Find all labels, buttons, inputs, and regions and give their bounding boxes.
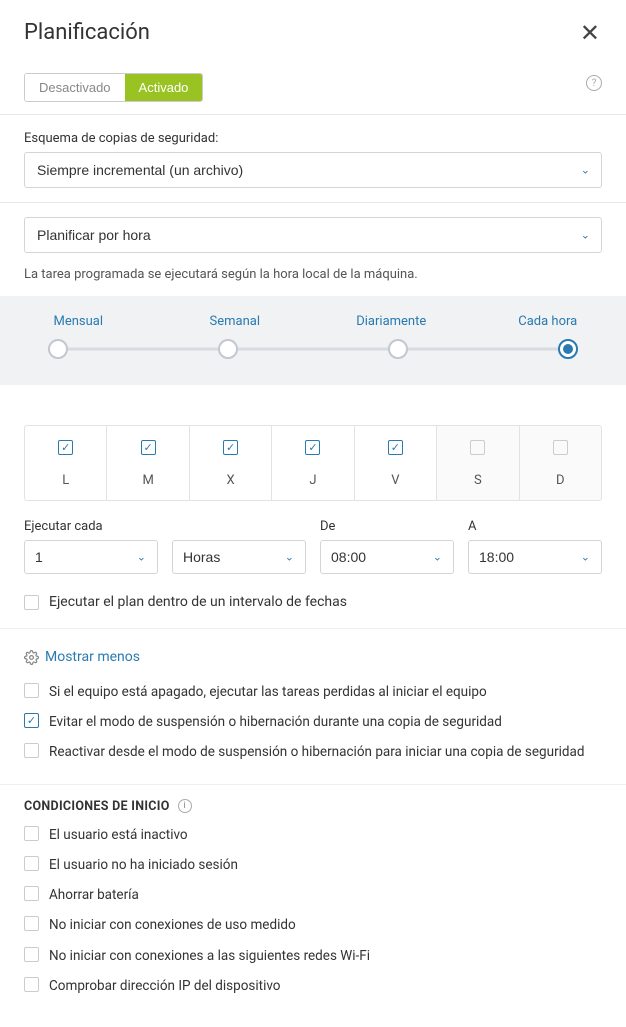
exec-to-select[interactable]: 18:00 — [468, 540, 602, 574]
enable-toggle-row: Desactivado Activado ? — [0, 63, 626, 115]
day-cell-J[interactable]: J — [272, 426, 354, 500]
help-icon[interactable]: ? — [586, 75, 602, 91]
frequency-option-cada hora[interactable]: Cada hora — [470, 314, 626, 329]
day-cell-V[interactable]: V — [355, 426, 437, 500]
show-less-toggle[interactable]: Mostrar menos — [0, 629, 626, 683]
advanced-option-checkbox[interactable] — [24, 743, 39, 758]
frequency-dot-3[interactable] — [558, 339, 578, 359]
enable-segmented-control: Desactivado Activado — [24, 73, 203, 102]
gear-icon — [24, 650, 39, 665]
condition-checkbox[interactable] — [24, 886, 39, 901]
disable-button[interactable]: Desactivado — [25, 74, 125, 101]
condition-label: No iniciar con conexiones a las siguient… — [49, 947, 370, 965]
condition-label: El usuario no ha iniciado sesión — [49, 856, 238, 874]
day-letter: L — [62, 473, 69, 488]
advanced-option-label: Reactivar desde el modo de suspensión o … — [49, 743, 585, 761]
backup-scheme-label: Esquema de copias de seguridad: — [24, 131, 602, 146]
day-checkbox[interactable] — [553, 440, 568, 455]
advanced-option-row: Si el equipo está apagado, ejecutar las … — [24, 683, 602, 701]
day-letter: X — [226, 473, 234, 488]
advanced-option-label: Si el equipo está apagado, ejecutar las … — [49, 683, 487, 701]
frequency-dot-2[interactable] — [388, 339, 408, 359]
days-of-week: LMXJVSD — [0, 385, 626, 501]
condition-checkbox[interactable] — [24, 856, 39, 871]
day-checkbox[interactable] — [470, 440, 485, 455]
day-cell-X[interactable]: X — [190, 426, 272, 500]
schedule-hint: La tarea programada se ejecutará según l… — [24, 267, 602, 296]
frequency-option-mensual[interactable]: Mensual — [0, 314, 157, 329]
exec-from-label: De — [320, 519, 454, 534]
backup-scheme-select[interactable]: Siempre incremental (un archivo) — [24, 152, 602, 188]
schedule-mode-block: Planificar por hora ⌄ La tarea programad… — [0, 203, 626, 296]
date-range-checkbox[interactable] — [24, 595, 39, 610]
day-checkbox[interactable] — [141, 440, 156, 455]
exec-to-label: A — [468, 519, 602, 534]
condition-checkbox[interactable] — [24, 826, 39, 841]
advanced-option-row: Evitar el modo de suspensión o hibernaci… — [24, 713, 602, 731]
condition-label: Comprobar dirección IP del dispositivo — [49, 977, 281, 995]
schedule-mode-select[interactable]: Planificar por hora — [24, 217, 602, 253]
day-letter: V — [391, 473, 399, 488]
advanced-option-checkbox[interactable] — [24, 683, 39, 698]
condition-label: El usuario está inactivo — [49, 826, 188, 844]
condition-checkbox[interactable] — [24, 977, 39, 992]
backup-scheme-block: Esquema de copias de seguridad: Siempre … — [0, 115, 626, 203]
day-letter: M — [142, 473, 153, 488]
day-checkbox[interactable] — [305, 440, 320, 455]
day-cell-M[interactable]: M — [107, 426, 189, 500]
close-icon[interactable]: ✕ — [578, 21, 602, 45]
frequency-dot-0[interactable] — [48, 339, 68, 359]
date-range-row: Ejecutar el plan dentro de un intervalo … — [0, 574, 626, 629]
day-letter: D — [556, 473, 565, 488]
frequency-selector: MensualSemanalDiariamenteCada hora — [0, 296, 626, 385]
condition-row: El usuario no ha iniciado sesión — [24, 856, 602, 874]
conditions-header: CONDICIONES DE INICIO i — [0, 785, 626, 826]
day-checkbox[interactable] — [58, 440, 73, 455]
exec-from-select[interactable]: 08:00 — [320, 540, 454, 574]
frequency-option-diariamente[interactable]: Diariamente — [313, 314, 470, 329]
day-letter: S — [474, 473, 482, 488]
info-icon[interactable]: i — [178, 799, 192, 813]
advanced-option-label: Evitar el modo de suspensión o hibernaci… — [49, 713, 502, 731]
day-cell-D[interactable]: D — [520, 426, 601, 500]
day-letter: J — [309, 473, 316, 488]
exec-every-value-select[interactable]: 1 — [24, 540, 158, 574]
date-range-label: Ejecutar el plan dentro de un intervalo … — [49, 594, 347, 610]
enable-button[interactable]: Activado — [125, 74, 203, 101]
day-cell-L[interactable]: L — [25, 426, 107, 500]
execution-row: Ejecutar cada 1 ⌄ Horas ⌄ De 08:00 ⌄ A 1… — [0, 501, 626, 574]
schedule-dialog: Planificación ✕ Desactivado Activado ? E… — [0, 0, 626, 1027]
condition-checkbox[interactable] — [24, 947, 39, 962]
condition-row: No iniciar con conexiones a las siguient… — [24, 947, 602, 965]
condition-row: Comprobar dirección IP del dispositivo — [24, 977, 602, 995]
advanced-option-row: Reactivar desde el modo de suspensión o … — [24, 743, 602, 761]
day-cell-S[interactable]: S — [437, 426, 519, 500]
exec-every-label: Ejecutar cada — [24, 519, 158, 534]
condition-row: No iniciar con conexiones de uso medido — [24, 916, 602, 934]
condition-row: El usuario está inactivo — [24, 826, 602, 844]
frequency-track-line — [48, 348, 578, 351]
frequency-dot-1[interactable] — [218, 339, 238, 359]
dialog-title: Planificación — [24, 20, 150, 45]
condition-checkbox[interactable] — [24, 916, 39, 931]
advanced-option-checkbox[interactable] — [24, 713, 39, 728]
show-less-label: Mostrar menos — [45, 649, 140, 665]
condition-label: Ahorrar batería — [49, 886, 139, 904]
advanced-options: Si el equipo está apagado, ejecutar las … — [0, 683, 626, 785]
condition-label: No iniciar con conexiones de uso medido — [49, 916, 296, 934]
day-checkbox[interactable] — [223, 440, 238, 455]
condition-row: Ahorrar batería — [24, 886, 602, 904]
exec-unit-select[interactable]: Horas — [172, 540, 306, 574]
frequency-option-semanal[interactable]: Semanal — [157, 314, 314, 329]
start-conditions: El usuario está inactivo El usuario no ha… — [0, 826, 626, 1027]
day-checkbox[interactable] — [388, 440, 403, 455]
dialog-header: Planificación ✕ — [0, 0, 626, 63]
